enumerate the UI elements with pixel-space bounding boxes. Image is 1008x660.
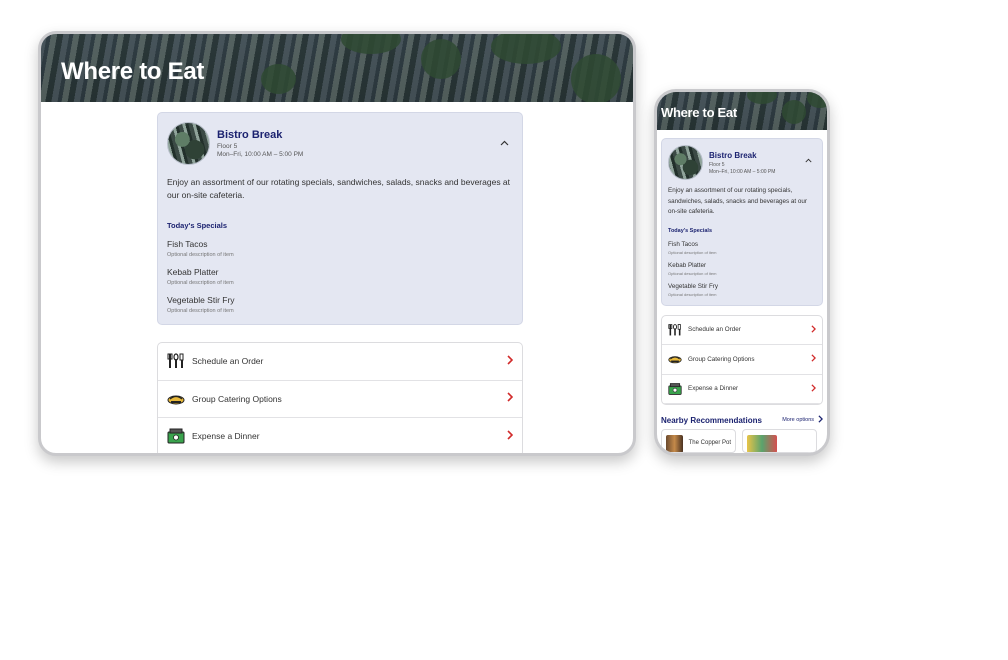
special-description: Optional description of item bbox=[668, 270, 717, 276]
nearby-title: Nearby Recommendations bbox=[661, 415, 762, 425]
action-list: Schedule an Order Group Catering Options bbox=[661, 314, 823, 405]
recommendation-photo bbox=[666, 435, 683, 452]
restaurant-photo bbox=[668, 145, 703, 180]
page-title: Where to Eat bbox=[661, 105, 737, 120]
restaurant-hours: Mon–Fri, 10:00 AM – 5:00 PM bbox=[709, 168, 776, 175]
restaurant-name: Bistro Break bbox=[709, 150, 757, 160]
chevron-up-icon[interactable] bbox=[803, 157, 813, 167]
cash-icon bbox=[668, 382, 682, 396]
utensils-icon bbox=[668, 323, 682, 337]
special-name: Vegetable Stir Fry bbox=[668, 282, 719, 290]
restaurant-card-header[interactable]: Bistro Break Floor 5 Mon–Fri, 10:00 AM –… bbox=[167, 122, 513, 165]
action-label: Schedule an Order bbox=[192, 356, 264, 367]
expense-dinner-button[interactable]: Expense a Dinner bbox=[158, 418, 522, 453]
chevron-right-icon bbox=[811, 384, 817, 394]
chevron-right-icon bbox=[507, 392, 514, 405]
header-banner: Where to Eat bbox=[657, 92, 827, 130]
nearby-header: Nearby Recommendations More options bbox=[661, 415, 824, 425]
utensils-icon bbox=[167, 352, 185, 370]
more-options-link[interactable]: More options bbox=[782, 417, 814, 423]
chevron-up-icon[interactable] bbox=[499, 138, 509, 148]
special-description: Optional description of item bbox=[167, 280, 234, 286]
specials-heading: Today's Specials bbox=[167, 221, 228, 230]
restaurant-floor: Floor 5 bbox=[709, 161, 725, 168]
special-description: Optional description of item bbox=[668, 291, 717, 297]
main-content: Bistro Break Floor 5 Mon–Fri, 10:00 AM –… bbox=[661, 138, 824, 453]
catering-tray-icon bbox=[167, 390, 185, 408]
restaurant-card: Bistro Break Floor 5 Mon–Fri, 10:00 AM –… bbox=[157, 112, 523, 325]
action-label: Group Catering Options bbox=[688, 355, 755, 363]
catering-tray-icon bbox=[668, 352, 682, 366]
action-label: Expense a Dinner bbox=[192, 431, 260, 442]
chevron-right-icon[interactable] bbox=[818, 415, 824, 425]
cash-icon bbox=[167, 427, 185, 445]
recommendation-card[interactable] bbox=[742, 429, 817, 453]
tablet-frame: Where to Eat Bistro Break Floor 5 Mon–Fr… bbox=[38, 31, 636, 456]
action-label: Expense a Dinner bbox=[688, 385, 739, 393]
special-item: Kebab Platter Optional description of it… bbox=[668, 262, 817, 276]
special-name: Fish Tacos bbox=[668, 240, 698, 248]
schedule-order-button[interactable]: Schedule an Order bbox=[662, 316, 822, 345]
group-catering-button[interactable]: Group Catering Options bbox=[662, 345, 822, 375]
special-item: Vegetable Stir Fry Optional description … bbox=[167, 295, 513, 314]
restaurant-description: Enjoy an assortment of our rotating spec… bbox=[668, 187, 807, 215]
special-item: Kebab Platter Optional description of it… bbox=[167, 267, 513, 286]
special-description: Optional description of item bbox=[167, 308, 234, 314]
chevron-right-icon bbox=[811, 354, 817, 364]
special-description: Optional description of item bbox=[167, 252, 234, 258]
restaurant-photo bbox=[167, 122, 210, 165]
special-name: Vegetable Stir Fry bbox=[167, 295, 235, 305]
action-list: Schedule an Order Group Catering Options bbox=[157, 342, 523, 453]
group-catering-button[interactable]: Group Catering Options bbox=[158, 381, 522, 418]
recommendations-carousel[interactable]: The Copper Pot bbox=[661, 429, 823, 453]
special-description: Optional description of item bbox=[668, 249, 717, 255]
restaurant-name: Bistro Break bbox=[217, 129, 283, 141]
page-title: Where to Eat bbox=[61, 58, 205, 85]
restaurant-info: Bistro Break Floor 5 Mon–Fri, 10:00 AM –… bbox=[217, 129, 303, 158]
chevron-right-icon bbox=[507, 430, 514, 443]
main-content: Bistro Break Floor 5 Mon–Fri, 10:00 AM –… bbox=[157, 112, 523, 453]
chevron-right-icon bbox=[811, 325, 817, 335]
action-label: Schedule an Order bbox=[688, 326, 741, 334]
phone-frame: Where to Eat Bistro Break Floor 5 Mon–Fr… bbox=[654, 89, 830, 456]
restaurant-description: Enjoy an assortment of our rotating spec… bbox=[167, 177, 511, 200]
recommendation-card[interactable]: The Copper Pot bbox=[661, 429, 736, 453]
expense-dinner-button[interactable]: Expense a Dinner bbox=[662, 375, 822, 404]
special-name: Fish Tacos bbox=[167, 239, 208, 249]
special-item: Fish Tacos Optional description of item bbox=[668, 241, 817, 255]
header-banner: Where to Eat bbox=[41, 34, 633, 102]
restaurant-info: Bistro Break Floor 5 Mon–Fri, 10:00 AM –… bbox=[709, 151, 775, 175]
restaurant-hours: Mon–Fri, 10:00 AM – 5:00 PM bbox=[217, 151, 304, 158]
special-name: Kebab Platter bbox=[167, 267, 219, 277]
chevron-right-icon bbox=[507, 355, 514, 368]
special-name: Kebab Platter bbox=[668, 261, 707, 269]
special-item: Fish Tacos Optional description of item bbox=[167, 239, 513, 258]
restaurant-card-header[interactable]: Bistro Break Floor 5 Mon–Fri, 10:00 AM –… bbox=[668, 145, 817, 180]
action-label: Group Catering Options bbox=[192, 393, 282, 404]
specials-heading: Today's Specials bbox=[668, 227, 713, 234]
restaurant-card: Bistro Break Floor 5 Mon–Fri, 10:00 AM –… bbox=[661, 138, 823, 306]
special-item: Vegetable Stir Fry Optional description … bbox=[668, 283, 817, 297]
restaurant-floor: Floor 5 bbox=[217, 143, 238, 150]
recommendation-photo bbox=[747, 435, 777, 452]
schedule-order-button[interactable]: Schedule an Order bbox=[158, 343, 522, 381]
recommendation-name: The Copper Pot bbox=[688, 440, 731, 446]
